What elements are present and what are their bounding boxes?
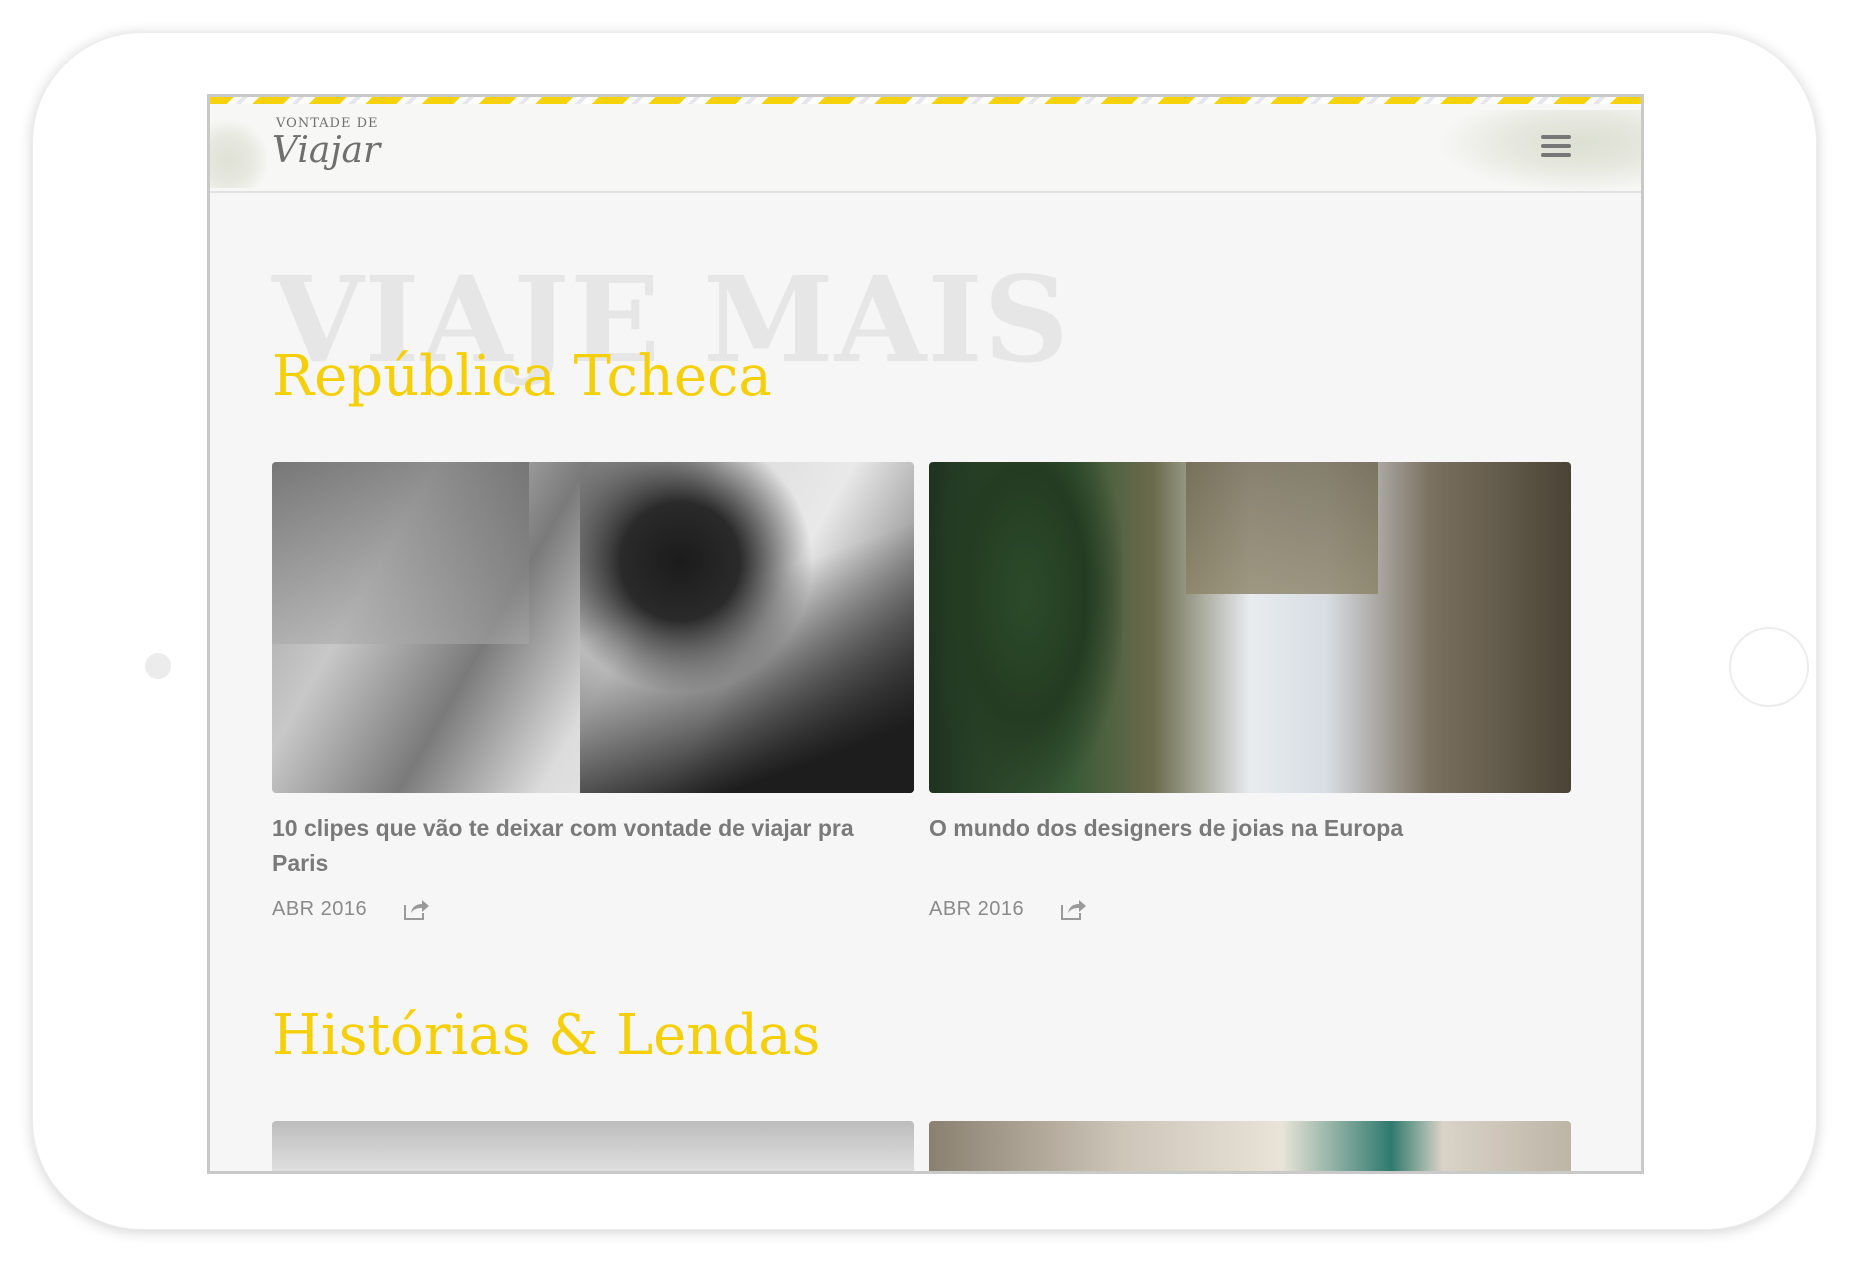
article-title[interactable]: 10 clipes que vão te deixar com vontade …	[272, 811, 914, 881]
site-logo[interactable]: VONTADE DE Viajar	[272, 116, 380, 171]
article-date: ABR 2016	[929, 897, 1025, 920]
header-stripe	[210, 97, 1641, 104]
logo-top-text: VONTADE DE	[276, 116, 379, 131]
home-button[interactable]	[1729, 627, 1809, 707]
article-card[interactable]: 10 clipes que vão te deixar com vontade …	[272, 462, 914, 921]
menu-bar	[1541, 135, 1571, 139]
article-card[interactable]: O mundo dos designers de joias na Europa…	[929, 462, 1571, 921]
section-title: República Tcheca	[272, 344, 772, 409]
article-image[interactable]	[272, 1121, 914, 1171]
share-icon[interactable]	[403, 897, 431, 921]
article-card[interactable]	[272, 1121, 914, 1171]
article-card[interactable]	[929, 1121, 1571, 1171]
share-icon[interactable]	[1060, 897, 1088, 921]
article-image[interactable]	[929, 1121, 1571, 1171]
article-date: ABR 2016	[272, 897, 368, 920]
article-title[interactable]: O mundo dos designers de joias na Europa	[929, 811, 1571, 846]
article-image[interactable]	[272, 462, 914, 793]
menu-bar	[1541, 144, 1571, 148]
article-meta: ABR 2016	[929, 897, 1571, 921]
camera-dot	[145, 653, 171, 679]
logo-main-text: Viajar	[272, 130, 381, 171]
site-header: VONTADE DE Viajar	[210, 104, 1641, 193]
menu-bar	[1541, 153, 1571, 157]
hamburger-menu-icon[interactable]	[1541, 135, 1571, 161]
browser-screen: VONTADE DE Viajar VIAJE MAIS República T…	[207, 94, 1644, 1174]
section-title: Histórias & Lendas	[272, 1003, 821, 1068]
article-meta: ABR 2016	[272, 897, 914, 921]
map-decoration-left	[210, 118, 270, 188]
article-image[interactable]	[929, 462, 1571, 793]
